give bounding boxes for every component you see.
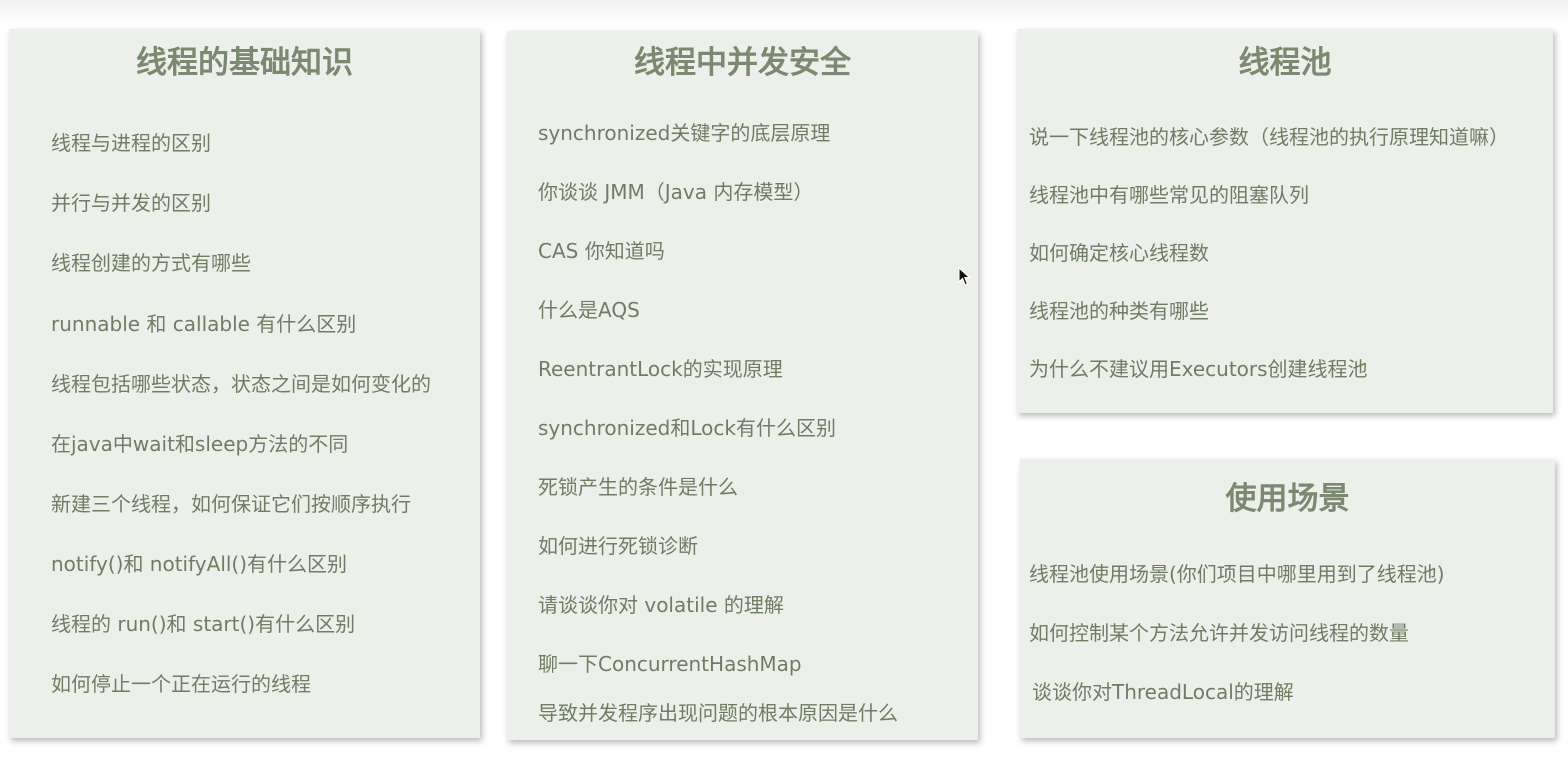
list-item: 说一下线程池的核心参数（线程池的执行原理知道嘛） [1029,125,1509,149]
list-item: 线程创建的方式有哪些 [51,251,251,275]
list-item: CAS 你知道吗 [538,239,665,263]
top-band [0,0,1568,22]
list-item: 在java中wait和sleep方法的不同 [51,432,349,456]
list-item: 如何进行死锁诊断 [538,534,698,558]
list-item: 为什么不建议用Executors创建线程池 [1029,357,1368,381]
list-item: 线程池使用场景(你们项目中哪里用到了线程池) [1029,562,1445,586]
mouse-pointer-icon [958,267,972,286]
list-item: 什么是AQS [538,298,640,322]
card-title: 使用场景 [1225,481,1350,517]
list-item: 线程的 run()和 start()有什么区别 [51,612,356,636]
list-item: runnable 和 callable 有什么区别 [51,312,357,336]
card-usage-scenarios: 使用场景 线程池使用场景(你们项目中哪里用到了线程池) 如何控制某个方法允许并发… [1020,459,1555,738]
card-thread-pool: 线程池 说一下线程池的核心参数（线程池的执行原理知道嘛） 线程池中有哪些常见的阻… [1017,29,1553,413]
list-item: 如何控制某个方法允许并发访问线程的数量 [1029,621,1409,645]
card-thread-concurrency-safety: 线程中并发安全 synchronized关键字的底层原理 你谈谈 JMM（Jav… [507,31,978,740]
list-item: notify()和 notifyAll()有什么区别 [51,552,348,576]
list-item: synchronized关键字的底层原理 [538,121,831,145]
list-item: 死锁产生的条件是什么 [538,475,738,499]
list-item: 你谈谈 JMM（Java 内存模型） [538,180,814,204]
list-item: 谈谈你对ThreadLocal的理解 [1032,680,1294,704]
card-title: 线程池 [1238,45,1332,81]
list-item: 聊一下ConcurrentHashMap [538,652,802,676]
list-item: 请谈谈你对 volatile 的理解 [538,593,784,617]
list-item: 导致并发程序出现问题的根本原因是什么 [538,701,898,725]
card-title: 线程的基础知识 [136,45,353,81]
list-item: 线程池的种类有哪些 [1029,299,1209,323]
list-item: 如何确定核心线程数 [1029,241,1209,265]
card-title: 线程中并发安全 [634,45,851,81]
list-item: 并行与并发的区别 [51,191,211,215]
list-item: 如何停止一个正在运行的线程 [51,672,311,696]
list-item: ReentrantLock的实现原理 [538,357,783,381]
list-item: 线程包括哪些状态，状态之间是如何变化的 [51,372,431,396]
list-item: 线程与进程的区别 [51,131,211,155]
list-item: 线程池中有哪些常见的阻塞队列 [1029,183,1309,207]
list-item: 新建三个线程，如何保证它们按顺序执行 [51,492,411,516]
card-thread-basics: 线程的基础知识 线程与进程的区别 并行与并发的区别 线程创建的方式有哪些 run… [9,29,480,738]
list-item: synchronized和Lock有什么区别 [538,416,836,440]
